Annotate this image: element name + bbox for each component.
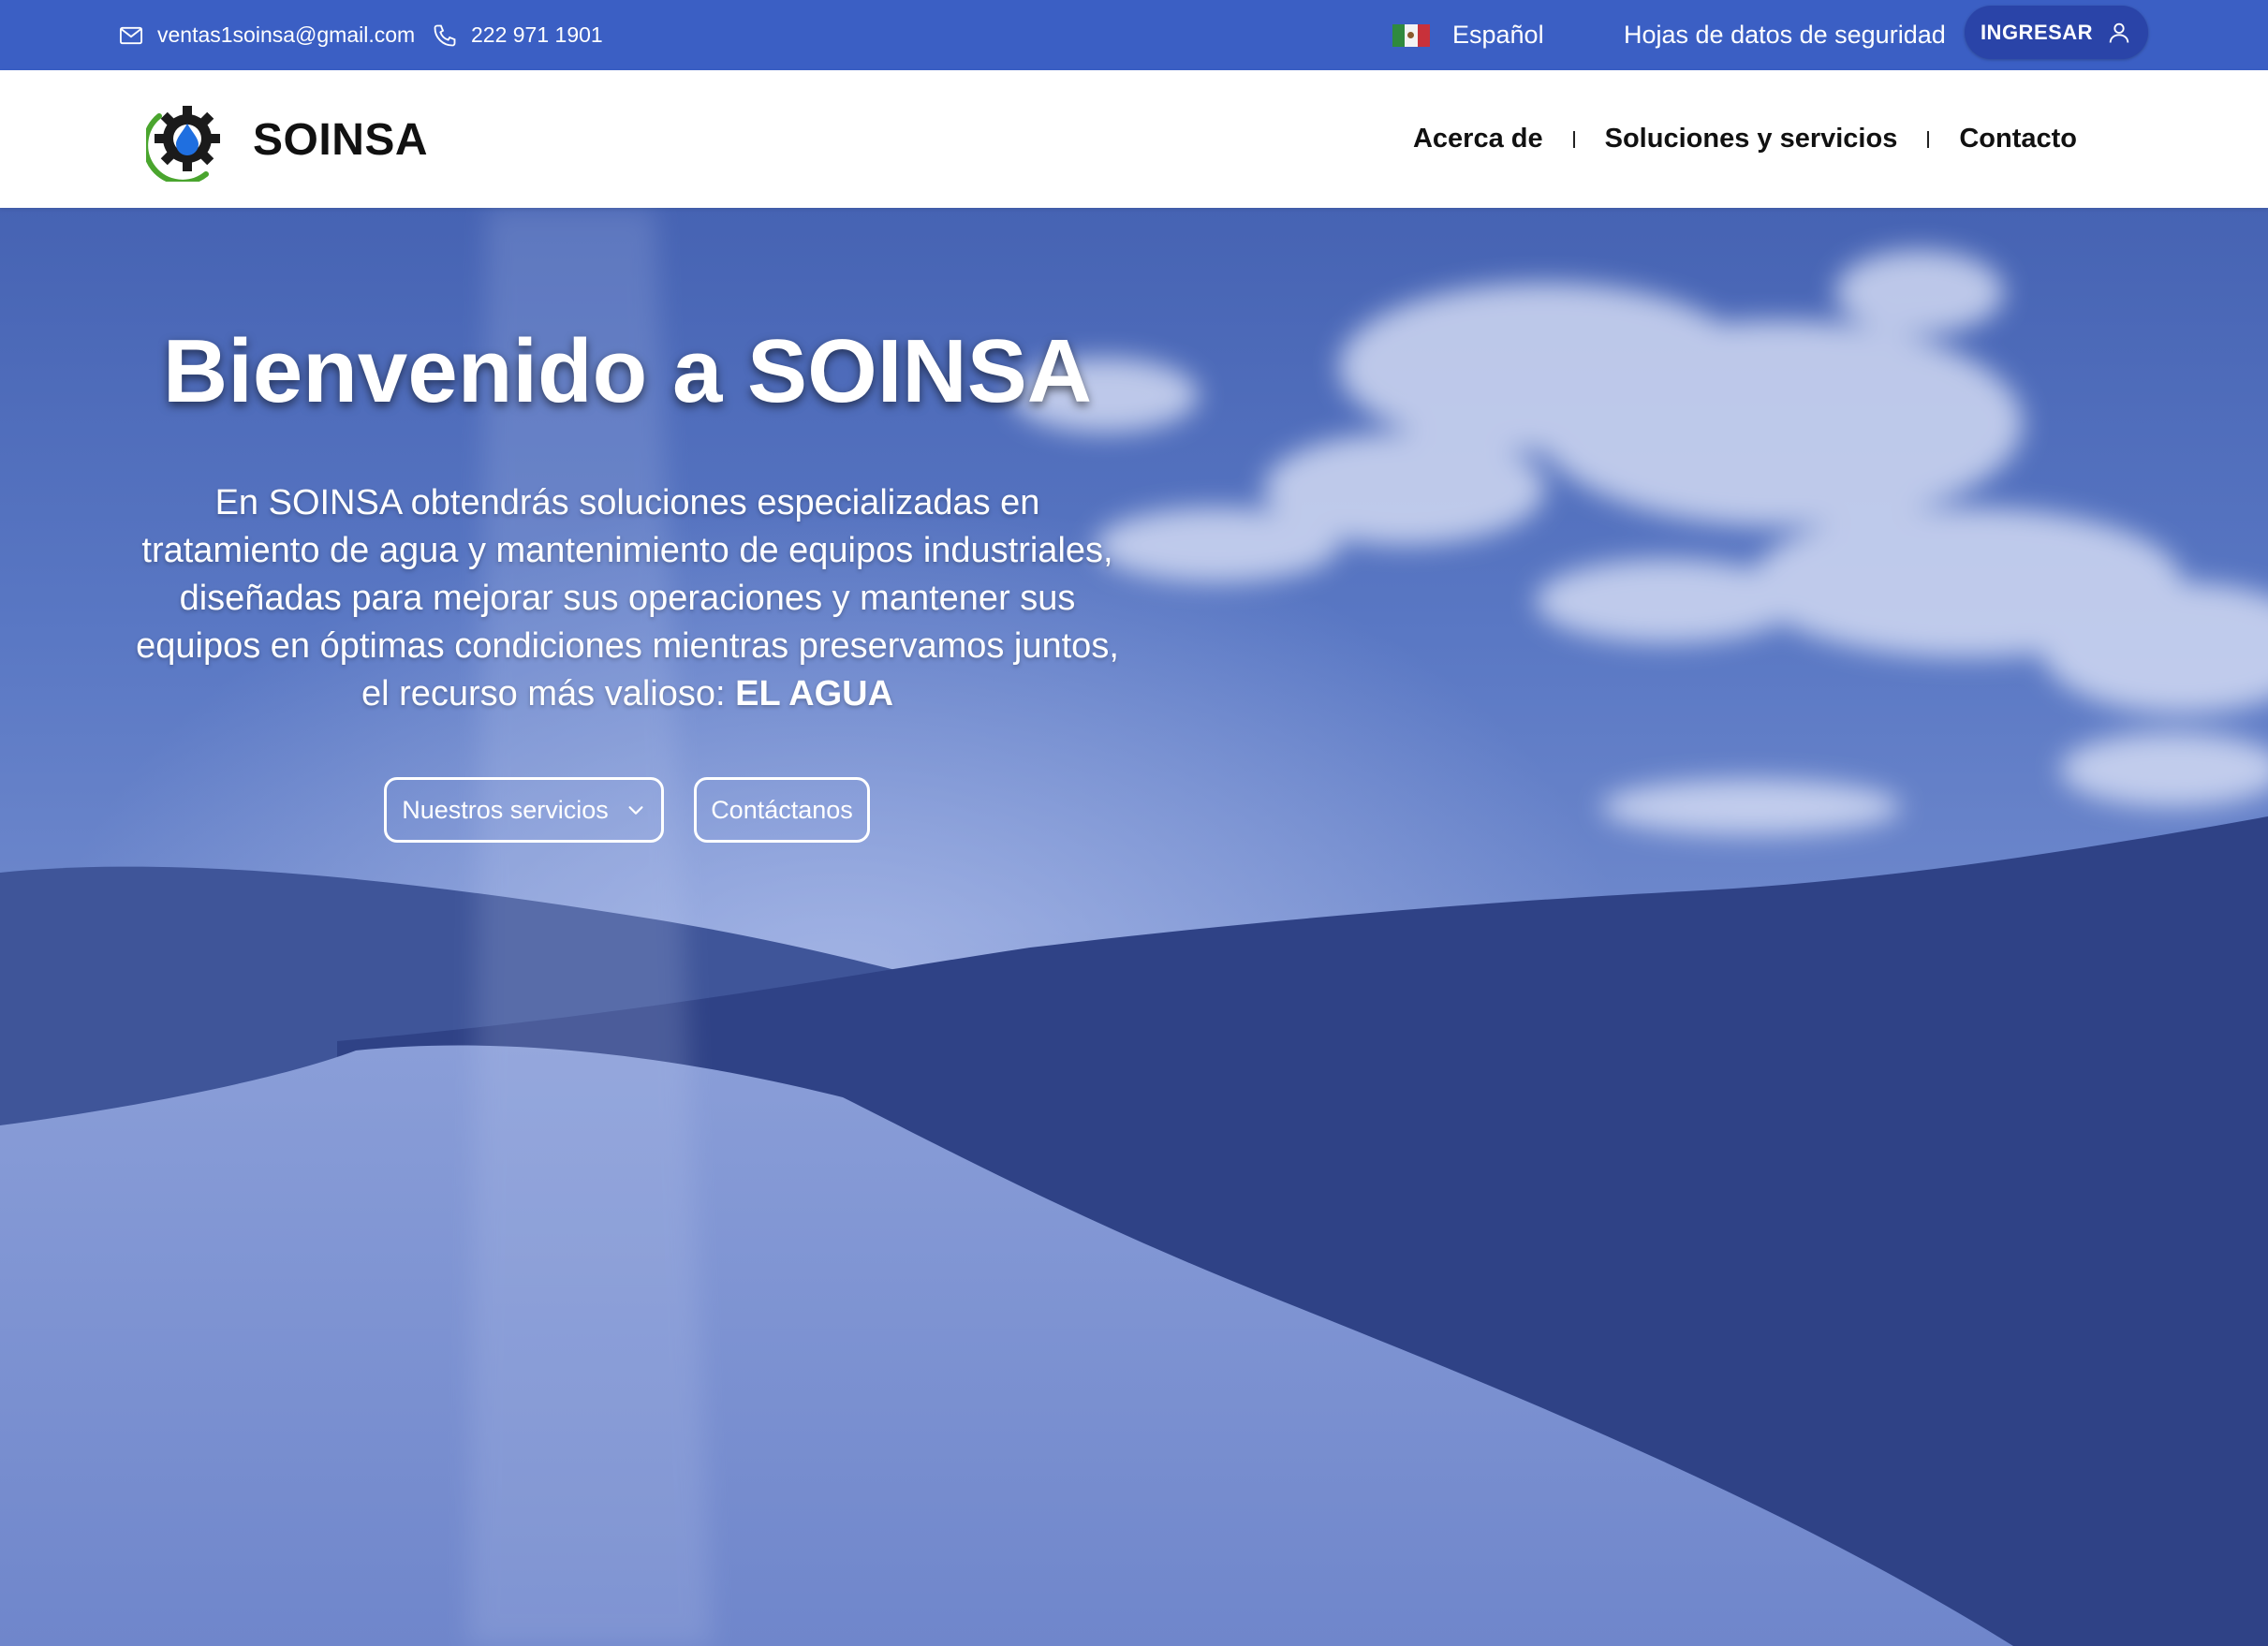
brand-home-link[interactable]: SOINSA (146, 96, 428, 183)
hero-highlight: EL AGUA (735, 674, 894, 713)
brand-name: SOINSA (253, 114, 429, 165)
chevron-down-icon (628, 806, 643, 815)
hero-title: Bienvenido a SOINSA (162, 321, 1093, 421)
language-label: Español (1452, 21, 1544, 49)
logo-gear-drop-icon (146, 106, 220, 182)
hero-text-line: En SOINSA obtendrás soluciones especiali… (214, 483, 1040, 522)
language-selector[interactable]: Español (1392, 0, 1544, 70)
login-button[interactable]: INGRESAR (1965, 6, 2148, 59)
hero-background-image (0, 208, 2268, 1646)
contact-button[interactable]: Contáctanos (694, 777, 870, 843)
services-button-label: Nuestros servicios (402, 795, 609, 824)
services-dropdown-button[interactable]: Nuestros servicios (384, 777, 664, 843)
top-utility-bar: ventas1soinsa@gmail.com 222 971 1901 Esp… (0, 0, 2268, 70)
mail-icon (119, 26, 143, 44)
phone-text: 222 971 1901 (471, 22, 603, 47)
login-label: INGRESAR (1980, 20, 2094, 44)
nav-link-about[interactable]: Acerca de (1413, 124, 1543, 154)
nav-separator (1572, 130, 1575, 148)
hero-description: En SOINSA obtendrás soluciones especiali… (103, 479, 1152, 718)
phone-link[interactable]: 222 971 1901 (432, 0, 603, 70)
phone-icon (434, 24, 456, 46)
main-navbar: SOINSA Acerca de Soluciones y servicios … (0, 70, 2268, 208)
hero-text-line: el recurso más valioso: (361, 674, 726, 713)
email-link[interactable]: ventas1soinsa@gmail.com (118, 0, 415, 70)
nav-link-contact[interactable]: Contacto (1959, 124, 2077, 154)
email-text: ventas1soinsa@gmail.com (157, 22, 416, 47)
hero-text-line: tratamiento de agua y mantenimiento de e… (141, 531, 1113, 570)
nav-links: Acerca de Soluciones y servicios Contact… (1413, 70, 2077, 208)
contact-button-label: Contáctanos (711, 795, 853, 824)
user-icon (2109, 22, 2129, 43)
nav-separator (1927, 130, 1930, 148)
nav-link-solutions[interactable]: Soluciones y servicios (1605, 124, 1898, 154)
safety-data-sheets-link[interactable]: Hojas de datos de seguridad (1624, 0, 1946, 70)
safety-data-sheets-label: Hojas de datos de seguridad (1624, 21, 1946, 49)
hero-section: Bienvenido a SOINSA En SOINSA obtendrás … (0, 208, 2268, 1646)
mexico-flag-icon (1392, 23, 1430, 47)
hero-text-line: diseñadas para mejorar sus operaciones y… (179, 579, 1076, 618)
hero-text-line: equipos en óptimas condiciones mientras … (136, 626, 1119, 666)
